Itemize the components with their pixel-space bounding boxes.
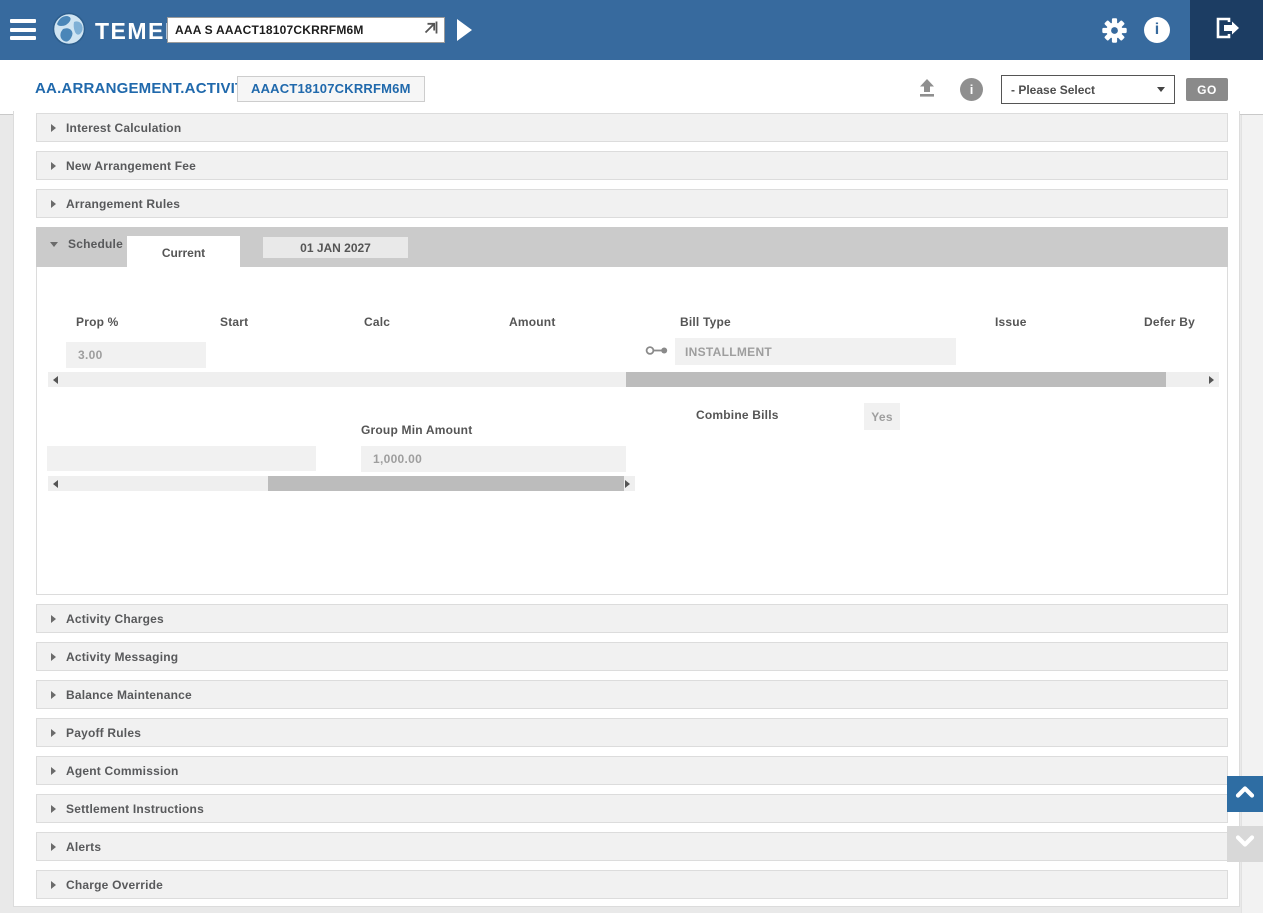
chevron-right-icon: [51, 615, 56, 623]
chevron-right-icon: [51, 200, 56, 208]
scrollbar-thumb[interactable]: [268, 476, 624, 491]
top-navigation-bar: TEMENOS: [0, 0, 1263, 60]
section-alerts[interactable]: Alerts: [36, 832, 1228, 861]
section-schedule-header[interactable]: Schedule Current 01 JAN 2027: [36, 227, 1228, 267]
record-reference-badge: AAACT18107CKRRFM6M: [237, 76, 425, 102]
chevron-right-icon: [51, 881, 56, 889]
sign-out-icon: [1213, 14, 1241, 47]
info-icon[interactable]: i: [960, 78, 983, 101]
app-window: TEMENOS: [0, 0, 1263, 913]
column-header-calc: Calc: [364, 315, 390, 329]
tab-current[interactable]: Current: [127, 236, 240, 269]
action-select-value: - Please Select: [1011, 83, 1095, 97]
section-label: Payoff Rules: [66, 726, 141, 740]
section-label: Interest Calculation: [66, 121, 181, 135]
link-key-icon[interactable]: [645, 344, 669, 362]
section-label: Agent Commission: [66, 764, 179, 778]
column-header-amount: Amount: [509, 315, 556, 329]
chevron-right-icon: [51, 162, 56, 170]
context-toolbar: AA.ARRANGEMENT.ACTIVITY AAACT18107CKRRFM…: [0, 60, 1263, 115]
go-button[interactable]: GO: [1186, 78, 1228, 101]
scrollbar-thumb[interactable]: [626, 372, 1166, 387]
main-content-panel: Interest Calculation New Arrangement Fee…: [13, 111, 1240, 907]
chevron-right-icon: [51, 729, 56, 737]
schedule-horizontal-scrollbar[interactable]: [48, 372, 1219, 387]
chevron-right-icon: [51, 843, 56, 851]
section-label: New Arrangement Fee: [66, 159, 196, 173]
sign-out-button[interactable]: [1190, 0, 1263, 60]
column-header-start: Start: [220, 315, 248, 329]
section-agent-commission[interactable]: Agent Commission: [36, 756, 1228, 785]
section-label: Charge Override: [66, 878, 163, 892]
section-label: Settlement Instructions: [66, 802, 204, 816]
group-min-amount-field[interactable]: 1,000.00: [361, 446, 626, 472]
scroll-right-icon[interactable]: [625, 480, 630, 488]
section-label: Schedule: [68, 237, 123, 251]
section-payoff-rules[interactable]: Payoff Rules: [36, 718, 1228, 747]
page-title: AA.ARRANGEMENT.ACTIVITY: [35, 80, 255, 97]
action-select-dropdown[interactable]: - Please Select: [1001, 75, 1175, 104]
column-header-issue: Issue: [995, 315, 1027, 329]
section-interest-calculation[interactable]: Interest Calculation: [36, 113, 1228, 142]
empty-field[interactable]: [47, 446, 316, 471]
section-balance-maintenance[interactable]: Balance Maintenance: [36, 680, 1228, 709]
chevron-down-icon: [50, 242, 58, 247]
combine-bills-field[interactable]: Yes: [864, 403, 900, 430]
section-activity-charges[interactable]: Activity Charges: [36, 604, 1228, 633]
gear-icon[interactable]: [1101, 17, 1128, 49]
section-label: Balance Maintenance: [66, 688, 192, 702]
scroll-left-icon[interactable]: [53, 376, 58, 384]
scroll-to-bottom-button[interactable]: [1227, 826, 1263, 862]
chevron-down-icon: [1157, 87, 1165, 92]
scroll-to-top-button[interactable]: [1227, 776, 1263, 812]
section-label: Activity Messaging: [66, 650, 178, 664]
scroll-left-icon[interactable]: [53, 480, 58, 488]
chevron-right-icon: [51, 767, 56, 775]
chevron-right-icon: [51, 653, 56, 661]
section-settlement-instructions[interactable]: Settlement Instructions: [36, 794, 1228, 823]
chevron-right-icon: [51, 691, 56, 699]
section-arrangement-rules[interactable]: Arrangement Rules: [36, 189, 1228, 218]
tab-01-jan-2027[interactable]: 01 JAN 2027: [263, 237, 408, 258]
section-activity-messaging[interactable]: Activity Messaging: [36, 642, 1228, 671]
command-line-box: [167, 17, 445, 43]
prop-percent-field[interactable]: 3.00: [66, 342, 206, 368]
section-label: Arrangement Rules: [66, 197, 180, 211]
chevron-right-icon: [51, 124, 56, 132]
column-header-bill-type: Bill Type: [680, 315, 731, 329]
play-icon[interactable]: [457, 19, 472, 41]
chevron-up-icon: [1234, 784, 1256, 804]
section-charge-override[interactable]: Charge Override: [36, 870, 1228, 899]
scroll-right-icon[interactable]: [1209, 376, 1214, 384]
upload-icon[interactable]: [915, 76, 939, 105]
globe-icon: [52, 12, 86, 51]
chevron-right-icon: [51, 805, 56, 813]
command-input[interactable]: [175, 23, 422, 37]
column-header-defer-by: Defer By: [1144, 315, 1195, 329]
section-label: Alerts: [66, 840, 101, 854]
info-icon[interactable]: i: [1144, 17, 1170, 43]
column-header-prop: Prop %: [76, 315, 119, 329]
section-new-arrangement-fee[interactable]: New Arrangement Fee: [36, 151, 1228, 180]
bill-type-field[interactable]: INSTALLMENT: [675, 338, 956, 365]
section-label: Activity Charges: [66, 612, 164, 626]
hamburger-menu-icon[interactable]: [10, 19, 36, 41]
chevron-down-icon: [1234, 834, 1256, 854]
group-min-amount-label: Group Min Amount: [361, 423, 472, 437]
schedule-section-body: Prop % Start Calc Amount Bill Type Issue…: [36, 267, 1228, 595]
group-horizontal-scrollbar[interactable]: [48, 476, 635, 491]
enter-command-icon[interactable]: [422, 19, 439, 41]
combine-bills-label: Combine Bills: [696, 408, 779, 422]
